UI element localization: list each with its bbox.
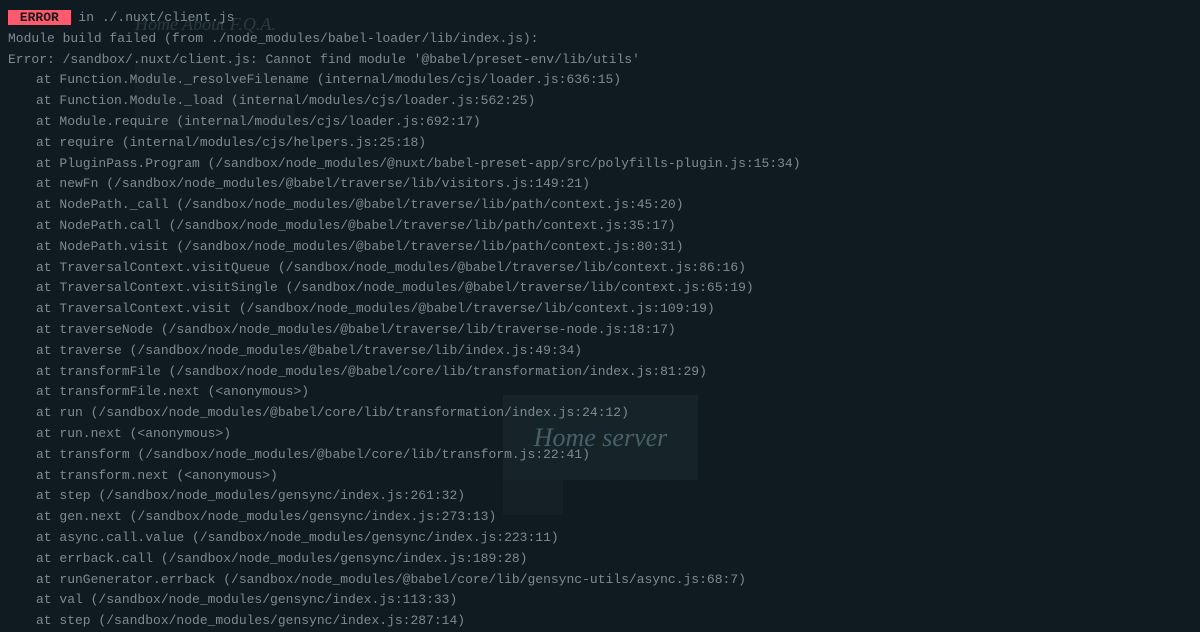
stack-frame: at Function.Module._resolveFilename (int… <box>8 70 1192 91</box>
stack-frame: at TraversalContext.visitSingle (/sandbo… <box>8 278 1192 299</box>
terminal-output: ERROR in ./.nuxt/client.js Module build … <box>8 8 1192 632</box>
stack-frame: at NodePath.visit (/sandbox/node_modules… <box>8 237 1192 258</box>
stack-frame: at TraversalContext.visit (/sandbox/node… <box>8 299 1192 320</box>
stack-frame: at gen.next (/sandbox/node_modules/gensy… <box>8 507 1192 528</box>
stack-frame: at traverseNode (/sandbox/node_modules/@… <box>8 320 1192 341</box>
stack-frame: at newFn (/sandbox/node_modules/@babel/t… <box>8 174 1192 195</box>
stack-frame: at require (internal/modules/cjs/helpers… <box>8 133 1192 154</box>
build-failed-line: Module build failed (from ./node_modules… <box>8 29 1192 50</box>
stack-frame: at runGenerator.errback (/sandbox/node_m… <box>8 570 1192 591</box>
stack-frame: at NodePath.call (/sandbox/node_modules/… <box>8 216 1192 237</box>
stack-frame: at run.next (<anonymous>) <box>8 424 1192 445</box>
stack-frame: at async.call.value (/sandbox/node_modul… <box>8 528 1192 549</box>
error-header-line: ERROR in ./.nuxt/client.js <box>8 8 1192 29</box>
stack-frame: at step (/sandbox/node_modules/gensync/i… <box>8 611 1192 632</box>
stack-frame: at transformFile (/sandbox/node_modules/… <box>8 362 1192 383</box>
stack-frame: at traverse (/sandbox/node_modules/@babe… <box>8 341 1192 362</box>
error-message-line: Error: /sandbox/.nuxt/client.js: Cannot … <box>8 50 1192 71</box>
stack-frame: at NodePath._call (/sandbox/node_modules… <box>8 195 1192 216</box>
stack-frame: at Module.require (internal/modules/cjs/… <box>8 112 1192 133</box>
stack-frame: at run (/sandbox/node_modules/@babel/cor… <box>8 403 1192 424</box>
stack-frame: at val (/sandbox/node_modules/gensync/in… <box>8 590 1192 611</box>
stack-frame: at errback.call (/sandbox/node_modules/g… <box>8 549 1192 570</box>
stack-frame: at step (/sandbox/node_modules/gensync/i… <box>8 486 1192 507</box>
stack-frame: at TraversalContext.visitQueue (/sandbox… <box>8 258 1192 279</box>
stack-frame: at transform.next (<anonymous>) <box>8 466 1192 487</box>
stack-frame: at transformFile.next (<anonymous>) <box>8 382 1192 403</box>
stack-trace: at Function.Module._resolveFilename (int… <box>8 70 1192 632</box>
error-badge: ERROR <box>8 10 71 25</box>
error-in-path: in ./.nuxt/client.js <box>71 10 235 25</box>
stack-frame: at transform (/sandbox/node_modules/@bab… <box>8 445 1192 466</box>
stack-frame: at Function.Module._load (internal/modul… <box>8 91 1192 112</box>
stack-frame: at PluginPass.Program (/sandbox/node_mod… <box>8 154 1192 175</box>
